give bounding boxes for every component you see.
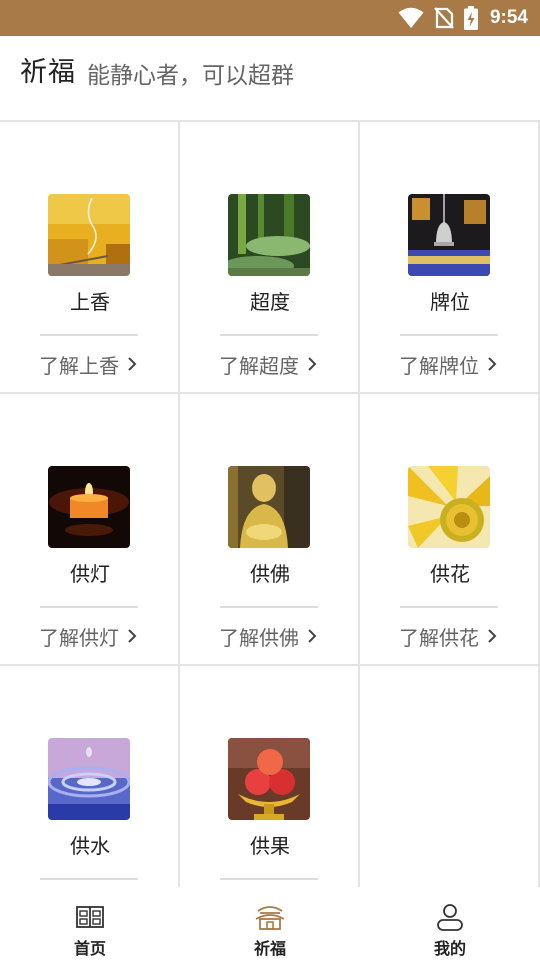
chevron-right-icon (308, 357, 317, 371)
lotus-leaf-image (228, 194, 310, 276)
learn-more-link[interactable]: 了解上香 (39, 350, 137, 378)
chevron-right-icon (488, 629, 497, 643)
tab-blessing[interactable]: 祈福 (180, 887, 360, 960)
tab-label: 首页 (73, 939, 106, 958)
page-subtitle: 能静心者，可以超群 (87, 63, 294, 89)
learn-more-label: 了解供佛 (219, 625, 299, 650)
learn-more-link[interactable]: 了解供花 (399, 622, 497, 650)
learn-more-link[interactable]: 了解超度 (219, 350, 317, 378)
card-divider (40, 878, 138, 880)
book-icon (76, 906, 104, 928)
incense-image (48, 194, 130, 276)
offering-name: 牌位 (430, 290, 470, 314)
card-divider (220, 606, 318, 608)
offering-card[interactable]: 牌位 了解牌位 (360, 122, 540, 394)
user-icon (437, 904, 463, 931)
learn-more-label: 了解供灯 (39, 625, 119, 650)
offering-card[interactable]: 超度 了解超度 (180, 122, 360, 394)
learn-more-link[interactable]: 了解供佛 (219, 622, 317, 650)
card-divider (220, 334, 318, 336)
offering-grid: 上香 了解上香 超度 了解超度 牌位 了解牌位 供灯 了解供灯 供佛 了解供佛 … (0, 120, 540, 887)
status-bar: 9:54 (0, 0, 540, 36)
offering-card[interactable]: 供佛 了解供佛 (180, 394, 360, 666)
tab-profile[interactable]: 我的 (360, 887, 540, 960)
chevron-right-icon (488, 357, 497, 371)
offering-name: 供花 (430, 562, 470, 586)
offering-name: 供水 (70, 834, 110, 858)
offering-card[interactable]: 供果 (180, 666, 360, 887)
empty-cell (360, 666, 540, 887)
tab-label: 祈福 (253, 939, 286, 958)
tab-home[interactable]: 首页 (0, 887, 180, 960)
offering-name: 超度 (250, 290, 290, 314)
battery-charging-icon (463, 6, 478, 30)
status-icons: 9:54 (398, 0, 528, 36)
chevron-right-icon (308, 629, 317, 643)
learn-more-link[interactable]: 了解供灯 (39, 622, 137, 650)
wifi-icon (398, 7, 424, 28)
header: 祈福 能静心者，可以超群 (0, 36, 540, 120)
no-sim-icon (434, 7, 454, 29)
water-drop-image (48, 738, 130, 820)
learn-more-label: 了解上香 (39, 353, 119, 378)
buddha-statue-image (228, 466, 310, 548)
offering-name: 供佛 (250, 562, 290, 586)
offering-name: 供果 (250, 834, 290, 858)
bottom-tab-bar: 首页 祈福 我的 (0, 887, 540, 960)
chevron-right-icon (128, 357, 137, 371)
tab-label: 我的 (433, 939, 466, 958)
card-divider (400, 606, 498, 608)
learn-more-label: 了解牌位 (399, 353, 479, 378)
offering-name: 供灯 (70, 562, 110, 586)
sunflower-image (408, 466, 490, 548)
page-title: 祈福 (20, 57, 76, 88)
learn-more-label: 了解供花 (399, 625, 479, 650)
offering-card[interactable]: 供花 了解供花 (360, 394, 540, 666)
card-divider (220, 878, 318, 880)
learn-more-label: 了解超度 (219, 353, 299, 378)
status-time: 9:54 (489, 7, 528, 28)
card-divider (40, 334, 138, 336)
offering-card[interactable]: 供灯 了解供灯 (0, 394, 180, 666)
chevron-right-icon (128, 629, 137, 643)
offering-name: 上香 (70, 290, 110, 314)
card-divider (400, 334, 498, 336)
offering-card[interactable]: 供水 (0, 666, 180, 887)
candle-image (48, 466, 130, 548)
offering-card[interactable]: 上香 了解上香 (0, 122, 180, 394)
apples-image (228, 738, 310, 820)
card-divider (40, 606, 138, 608)
temple-icon (255, 906, 285, 930)
temple-bell-image (408, 194, 490, 276)
learn-more-link[interactable]: 了解牌位 (399, 350, 497, 378)
